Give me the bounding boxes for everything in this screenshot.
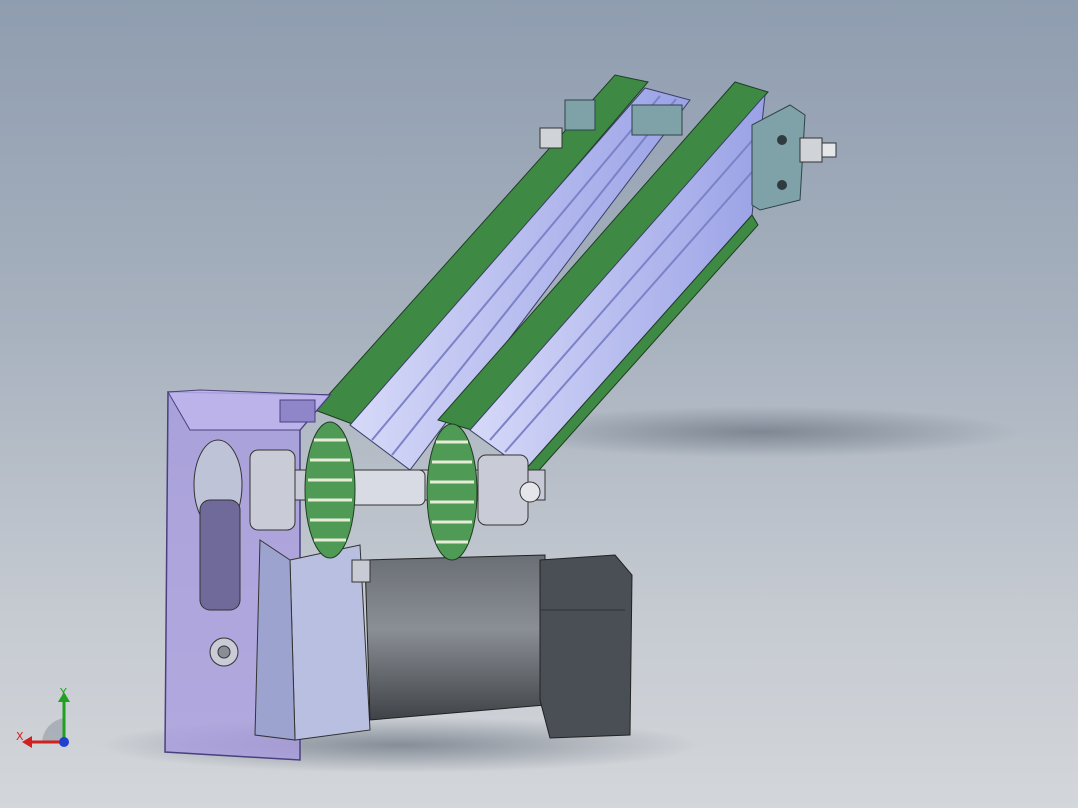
end-nut-rear[interactable]: [539, 127, 563, 149]
bearing-left[interactable]: [249, 449, 296, 531]
end-block-front[interactable]: [751, 104, 806, 211]
triad-graphic: [22, 692, 70, 748]
end-block-middle[interactable]: [631, 104, 683, 136]
orientation-triad: X Y: [12, 682, 82, 754]
motor-flange-side: [254, 539, 296, 741]
end-nut[interactable]: [799, 137, 823, 163]
drive-pulley-left[interactable]: [304, 421, 356, 559]
shaft-end-nut[interactable]: [519, 481, 541, 503]
graphics-viewport[interactable]: X Y: [0, 0, 1078, 808]
motor-mount-bolt[interactable]: [351, 559, 371, 583]
housing-bolt-center: [217, 645, 231, 659]
housing-vent: [279, 399, 316, 423]
conveyor-model[interactable]: [0, 0, 1078, 808]
y-axis-label: Y: [60, 686, 67, 699]
motor-endcap[interactable]: [539, 554, 633, 739]
bolt-hole: [777, 135, 787, 145]
drive-pulley-right[interactable]: [426, 423, 478, 561]
end-stud[interactable]: [821, 142, 837, 158]
bolt-hole: [777, 180, 787, 190]
x-axis-label: X: [16, 730, 24, 743]
housing-belt: [199, 499, 241, 611]
z-axis-arrow: [59, 737, 69, 747]
coupling[interactable]: [349, 469, 426, 506]
motor-body[interactable]: [364, 554, 546, 721]
end-block-rear[interactable]: [564, 99, 596, 131]
